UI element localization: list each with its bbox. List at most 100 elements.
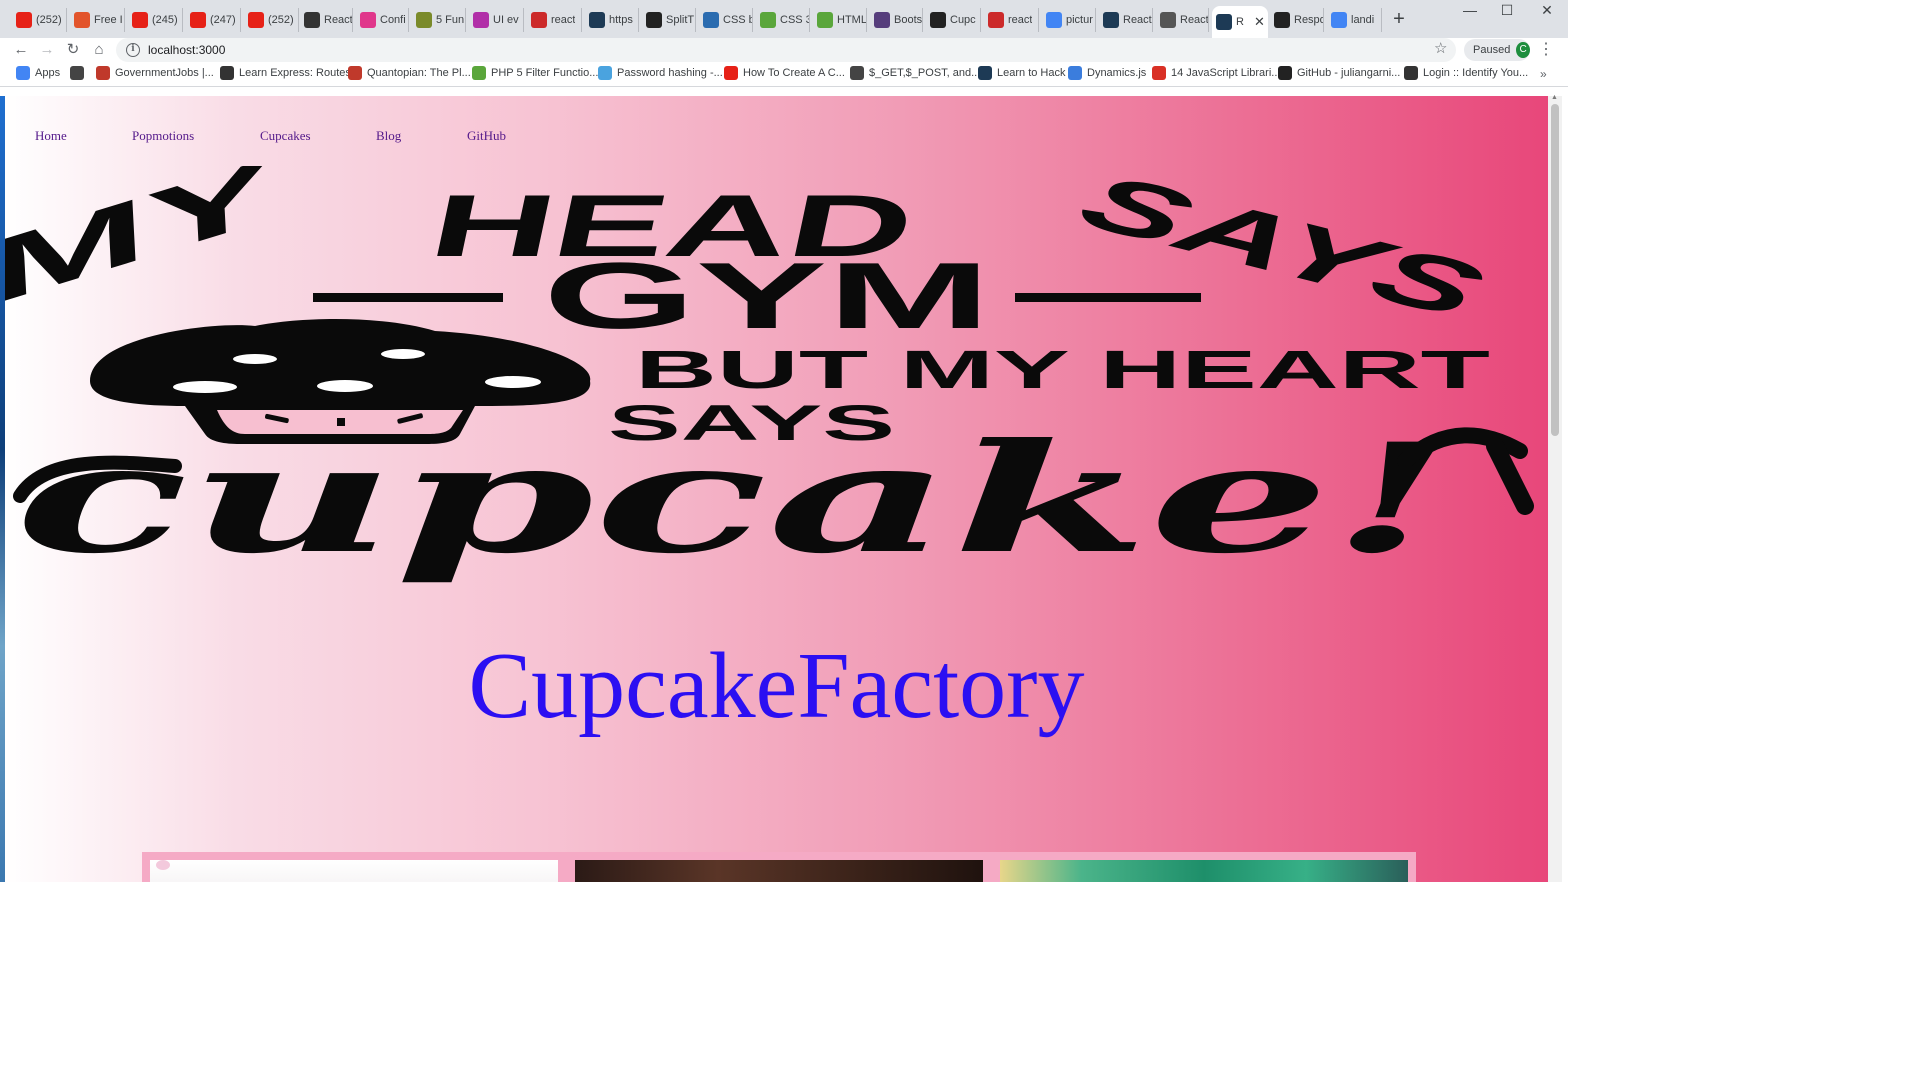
bookmark-label: 14 JavaScript Librari... <box>1171 67 1281 79</box>
tab-16[interactable]: Boots <box>870 8 923 32</box>
tab-8[interactable]: 5 Fun <box>412 8 466 32</box>
close-window-button[interactable]: ✕ <box>1532 2 1562 19</box>
tab-17[interactable]: Cupc <box>926 8 981 32</box>
tab-20[interactable]: React <box>1099 8 1153 32</box>
bookmark-item[interactable]: GitHub - juliangarni... <box>1278 66 1400 80</box>
nav-link-blog[interactable]: Blog <box>376 128 467 144</box>
bookmark-item[interactable] <box>70 66 84 80</box>
hero-script-cupcake: cupcake! <box>15 411 1455 587</box>
reload-button[interactable]: ↻ <box>62 39 84 61</box>
site-nav: Home Popmotions Cupcakes Blog GitHub <box>35 128 547 144</box>
bookmark-item[interactable]: PHP 5 Filter Functio... <box>472 66 598 80</box>
feather-icon <box>74 12 90 28</box>
tab-5[interactable]: (252) <box>244 8 299 32</box>
profile-status: Paused <box>1473 44 1511 56</box>
scrollbar-thumb[interactable] <box>1551 104 1559 436</box>
tab-4[interactable]: (247) <box>186 8 241 32</box>
bookmark-item[interactable]: Login :: Identify You... <box>1404 66 1528 80</box>
tab-6[interactable]: React <box>300 8 353 32</box>
bookmark-item[interactable]: Apps <box>16 66 60 80</box>
bookmark-item[interactable]: Password hashing -... <box>598 66 723 80</box>
bookmark-item[interactable]: Learn to Hack <box>978 66 1065 80</box>
tab-title: react <box>551 14 576 26</box>
bookmark-item[interactable]: $_GET,$_POST, and... <box>850 66 980 80</box>
bookmark-item[interactable]: 14 JavaScript Librari... <box>1152 66 1280 80</box>
info-icon[interactable]: i <box>126 43 140 57</box>
c-icon <box>360 12 376 28</box>
w3-icon <box>817 12 833 28</box>
tab-15[interactable]: HTML <box>813 8 867 32</box>
bookmark-star-icon[interactable]: ☆ <box>1434 39 1447 57</box>
bookmark-item[interactable]: Dynamics.js <box>1068 66 1146 80</box>
bookmark-label: Password hashing -... <box>617 67 723 79</box>
tab-23[interactable]: Respo <box>1270 8 1324 32</box>
tab-1[interactable]: (252) <box>12 8 67 32</box>
profile-button[interactable]: Paused C <box>1464 39 1530 61</box>
youtube-icon <box>190 12 206 28</box>
nav-link-popmotions[interactable]: Popmotions <box>132 128 260 144</box>
tab-18[interactable]: react <box>984 8 1039 32</box>
youtube-icon <box>248 12 264 28</box>
hero-graphic: MY HEAD SAYS GYM BUT MY HEART SAYS cupca… <box>5 166 1534 587</box>
globe-icon <box>70 66 84 80</box>
tab-22[interactable]: R ✕ <box>1212 6 1268 38</box>
maximize-button[interactable]: ☐ <box>1492 2 1522 19</box>
tab-10[interactable]: react <box>527 8 582 32</box>
new-tab-button[interactable]: + <box>1389 9 1409 29</box>
tab-title: CSS b <box>723 14 752 26</box>
bookmark-item[interactable]: How To Create A C... <box>724 66 845 80</box>
hero-word-but-my-heart: BUT MY HEART <box>635 340 1490 400</box>
gallery-image-1[interactable] <box>150 860 558 882</box>
tab-11[interactable]: https <box>585 8 639 32</box>
tab-7[interactable]: Confi <box>356 8 409 32</box>
apps-grid-icon <box>16 66 30 80</box>
nav-link-github[interactable]: GitHub <box>467 128 547 144</box>
leaf-icon <box>416 12 432 28</box>
cube-icon <box>304 12 320 28</box>
tab-title: Free I <box>94 14 123 26</box>
url-text[interactable]: localhost:3000 <box>148 43 225 57</box>
bookmark-item[interactable]: Learn Express: Routes <box>220 66 351 80</box>
tab-title: React <box>1180 14 1208 26</box>
close-tab-icon[interactable]: ✕ <box>1254 14 1265 30</box>
tab-3[interactable]: (245) <box>128 8 183 32</box>
tab-title: Cupc <box>950 14 976 26</box>
hero-dash-right <box>1015 293 1201 302</box>
tab-24[interactable]: landi <box>1327 8 1382 32</box>
tab-title: (245) <box>152 14 178 26</box>
back-button[interactable]: ← <box>10 39 32 61</box>
bookmarks-overflow-button[interactable]: » <box>1540 67 1547 81</box>
bookmark-item[interactable]: GovernmentJobs |... <box>96 66 214 80</box>
tab-title: Boots <box>894 14 922 26</box>
tab-title: 5 Fun <box>436 14 465 26</box>
grid-icon <box>589 12 605 28</box>
tab-13[interactable]: CSS b <box>699 8 753 32</box>
tab-12[interactable]: SplitT <box>642 8 696 32</box>
tab-title: (252) <box>268 14 294 26</box>
page-scrollbar[interactable]: ▲ <box>1548 94 1562 882</box>
tab-title: Confi <box>380 14 406 26</box>
tab-21[interactable]: React <box>1156 8 1209 32</box>
nav-link-home[interactable]: Home <box>35 128 132 144</box>
bookmark-label: GovernmentJobs |... <box>115 67 214 79</box>
forward-button[interactable]: → <box>36 39 58 61</box>
tab-strip: (252) Free I (245) (247) (252) React Confi 5 Fu… <box>0 0 1568 38</box>
h-icon <box>978 66 992 80</box>
tab-2[interactable]: Free I <box>70 8 125 32</box>
page-viewport: Home Popmotions Cupcakes Blog GitHub MY … <box>5 96 1548 882</box>
c-icon <box>473 12 489 28</box>
home-button[interactable]: ⌂ <box>88 39 110 61</box>
tab-14[interactable]: CSS 3 <box>756 8 810 32</box>
scroll-up-icon[interactable]: ▲ <box>1551 94 1558 101</box>
gallery-image-3[interactable] <box>1000 860 1408 882</box>
minimize-button[interactable]: — <box>1455 2 1485 18</box>
address-bar[interactable]: i localhost:3000 <box>116 38 1456 62</box>
browser-menu-button[interactable]: ⋮ <box>1538 39 1554 59</box>
gallery-image-2[interactable] <box>575 860 983 882</box>
youtube-icon <box>16 12 32 28</box>
tab-title: pictur <box>1066 14 1093 26</box>
tab-19[interactable]: pictur <box>1042 8 1096 32</box>
bookmark-item[interactable]: Quantopian: The Pl... <box>348 66 471 80</box>
nav-link-cupcakes[interactable]: Cupcakes <box>260 128 376 144</box>
tab-9[interactable]: UI ev <box>469 8 524 32</box>
